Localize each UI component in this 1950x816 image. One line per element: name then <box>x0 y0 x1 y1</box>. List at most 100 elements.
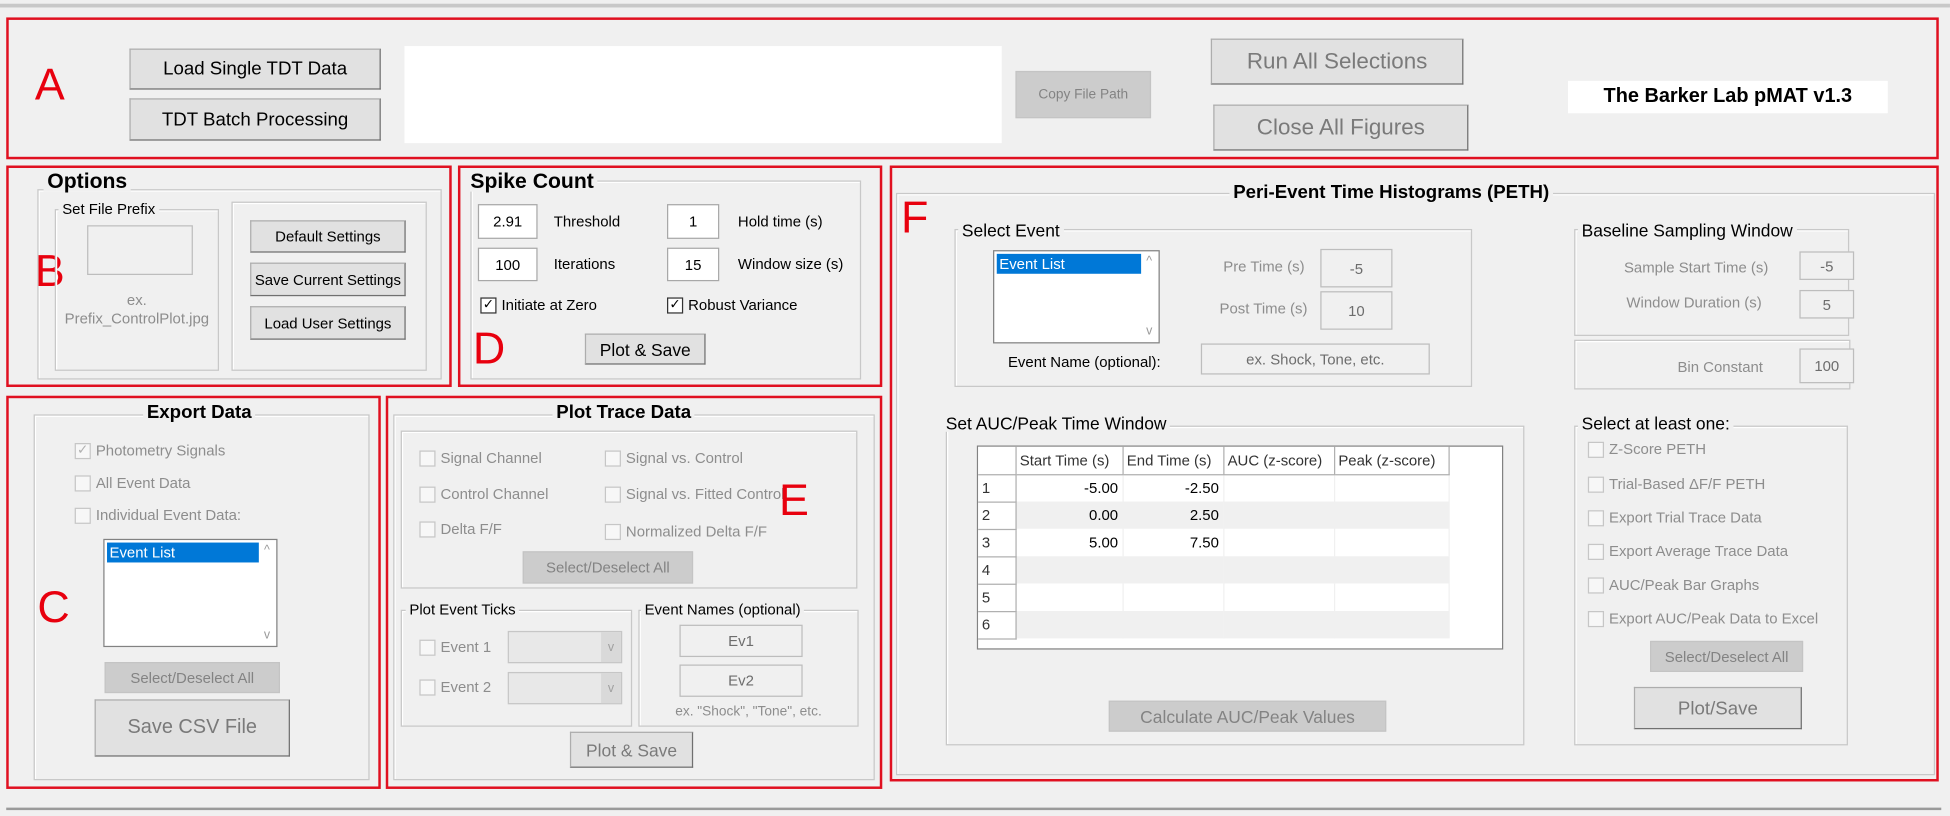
sample-start-input[interactable]: -5 <box>1799 251 1855 280</box>
normalized-delta-checkbox[interactable]: Normalized Delta F/F <box>604 523 767 540</box>
event1-checkbox[interactable]: Event 1 <box>419 638 491 656</box>
all-event-data-checkbox[interactable]: All Event Data <box>74 474 190 492</box>
column-header[interactable]: End Time (s) <box>1122 446 1224 475</box>
chevron-up-icon[interactable]: ^ <box>1140 255 1159 269</box>
output-option-checkbox[interactable]: Export Trial Trace Data <box>1587 509 1762 526</box>
output-option-checkbox[interactable]: Z-Score PETH <box>1587 441 1706 458</box>
export-select-deselect-button[interactable]: Select/Deselect All <box>104 662 280 694</box>
auc-cell[interactable] <box>1223 611 1335 639</box>
peak-cell[interactable] <box>1333 474 1450 502</box>
table-row[interactable]: 6 <box>978 611 1450 639</box>
output-option-checkbox[interactable]: Export Average Trace Data <box>1587 543 1788 560</box>
output-option-checkbox[interactable]: Export AUC/Peak Data to Excel <box>1587 610 1818 627</box>
control-channel-checkbox[interactable]: Control Channel <box>419 485 548 503</box>
peak-cell[interactable] <box>1333 501 1450 529</box>
peak-cell[interactable] <box>1333 556 1450 584</box>
robust-variance-checkbox[interactable]: ✓ Robust Variance <box>666 296 797 314</box>
event2-dropdown[interactable]: v <box>507 671 623 705</box>
signal-channel-checkbox[interactable]: Signal Channel <box>419 449 542 467</box>
end-time-cell[interactable]: -2.50 <box>1122 474 1224 502</box>
chevron-down-icon[interactable]: v <box>258 628 277 642</box>
start-time-cell[interactable]: 5.00 <box>1015 528 1124 557</box>
file-path-display[interactable] <box>404 46 1002 144</box>
checkbox-box[interactable] <box>1587 441 1605 458</box>
event-list-item[interactable]: Event List <box>107 542 259 563</box>
peth-event-listbox[interactable]: Event List ^ v <box>993 250 1160 344</box>
checkbox-box[interactable] <box>1587 509 1605 526</box>
event1-dropdown[interactable]: v <box>507 630 623 664</box>
trace-select-deselect-button[interactable]: Select/Deselect All <box>522 551 694 584</box>
ev2-name-input[interactable]: Ev2 <box>679 664 803 697</box>
photometry-signals-checkbox[interactable]: ✓ Photometry Signals <box>74 442 225 459</box>
column-header[interactable]: Start Time (s) <box>1015 446 1124 475</box>
auc-cell[interactable] <box>1223 501 1335 529</box>
save-current-settings-button[interactable]: Save Current Settings <box>250 262 406 297</box>
peth-plot-save-button[interactable]: Plot/Save <box>1633 686 1802 730</box>
event-name-input[interactable]: ex. Shock, Tone, etc. <box>1200 343 1430 375</box>
post-time-input[interactable]: 10 <box>1320 291 1393 330</box>
peak-cell[interactable] <box>1333 583 1450 612</box>
auc-cell[interactable] <box>1223 583 1335 612</box>
trace-plot-save-button[interactable]: Plot & Save <box>569 731 694 768</box>
column-header[interactable]: AUC (z-score) <box>1223 446 1335 475</box>
chevron-up-icon[interactable]: ^ <box>258 544 277 558</box>
event2-checkbox[interactable]: Event 2 <box>419 678 491 696</box>
column-header[interactable]: Peak (z-score) <box>1333 446 1450 475</box>
bin-constant-input[interactable]: 100 <box>1799 348 1855 384</box>
event-list-item[interactable]: Event List <box>996 253 1142 274</box>
table-row[interactable]: 5 <box>978 583 1450 612</box>
load-user-settings-button[interactable]: Load User Settings <box>250 306 406 340</box>
listbox-scrollbar[interactable]: ^ v <box>258 540 277 646</box>
auc-cell[interactable] <box>1223 556 1335 584</box>
output-option-checkbox[interactable]: Trial-Based ΔF/F PETH <box>1587 475 1765 493</box>
peak-cell[interactable] <box>1333 611 1450 639</box>
file-prefix-input[interactable] <box>87 225 193 276</box>
signal-vs-control-checkbox[interactable]: Signal vs. Control <box>604 449 743 467</box>
end-time-cell[interactable] <box>1122 556 1224 584</box>
delta-ff-checkbox[interactable]: Delta F/F <box>419 520 502 538</box>
signal-vs-fitted-checkbox[interactable]: Signal vs. Fitted Control <box>604 485 784 503</box>
ev1-name-input[interactable]: Ev1 <box>679 624 803 658</box>
load-single-tdt-button[interactable]: Load Single TDT Data <box>129 48 381 90</box>
individual-event-data-checkbox[interactable]: Individual Event Data: <box>74 506 241 524</box>
start-time-cell[interactable]: 0.00 <box>1015 501 1124 529</box>
chevron-down-icon[interactable]: v <box>1140 325 1159 339</box>
close-all-figures-button[interactable]: Close All Figures <box>1213 104 1469 151</box>
checkbox-box[interactable] <box>1587 543 1605 560</box>
start-time-cell[interactable] <box>1015 611 1124 639</box>
auc-table-grid[interactable]: Start Time (s) End Time (s) AUC (z-score… <box>978 446 1450 639</box>
end-time-cell[interactable] <box>1122 583 1224 612</box>
copy-file-path-button[interactable]: Copy File Path <box>1015 70 1152 119</box>
spike-plot-save-button[interactable]: Plot & Save <box>584 333 706 365</box>
table-row[interactable]: 3 5.00 7.50 <box>978 528 1450 557</box>
checkbox-box[interactable] <box>1587 475 1605 493</box>
peth-select-deselect-button[interactable]: Select/Deselect All <box>1650 640 1804 672</box>
end-time-cell[interactable] <box>1122 611 1224 639</box>
window-duration-input[interactable]: 5 <box>1799 289 1855 319</box>
start-time-cell[interactable] <box>1015 556 1124 584</box>
threshold-input[interactable]: 2.91 <box>477 204 538 239</box>
table-row[interactable]: 2 0.00 2.50 <box>978 501 1450 530</box>
hold-time-input[interactable]: 1 <box>666 204 720 239</box>
table-row[interactable]: 1 -5.00 -2.50 <box>978 474 1450 503</box>
auc-table[interactable]: Start Time (s) End Time (s) AUC (z-score… <box>976 445 1504 650</box>
listbox-scrollbar[interactable]: ^ v <box>1140 251 1159 342</box>
pre-time-input[interactable]: -5 <box>1320 248 1393 288</box>
end-time-cell[interactable]: 7.50 <box>1122 528 1224 557</box>
start-time-cell[interactable]: -5.00 <box>1015 474 1124 502</box>
export-event-listbox[interactable]: Event List ^ v <box>103 538 278 648</box>
checkbox-box[interactable] <box>1587 576 1605 593</box>
calculate-auc-button[interactable]: Calculate AUC/Peak Values <box>1108 700 1387 732</box>
tdt-batch-processing-button[interactable]: TDT Batch Processing <box>129 98 381 141</box>
run-all-selections-button[interactable]: Run All Selections <box>1210 38 1464 85</box>
peak-cell[interactable] <box>1333 528 1450 557</box>
save-csv-button[interactable]: Save CSV File <box>94 699 290 757</box>
checkbox-box[interactable] <box>1587 610 1605 627</box>
end-time-cell[interactable]: 2.50 <box>1122 501 1224 529</box>
iterations-input[interactable]: 100 <box>477 247 538 282</box>
auc-cell[interactable] <box>1223 474 1335 502</box>
default-settings-button[interactable]: Default Settings <box>250 220 406 253</box>
initiate-at-zero-checkbox[interactable]: ✓ Initiate at Zero <box>480 296 597 314</box>
start-time-cell[interactable] <box>1015 583 1124 612</box>
table-row[interactable]: 4 <box>978 556 1450 585</box>
